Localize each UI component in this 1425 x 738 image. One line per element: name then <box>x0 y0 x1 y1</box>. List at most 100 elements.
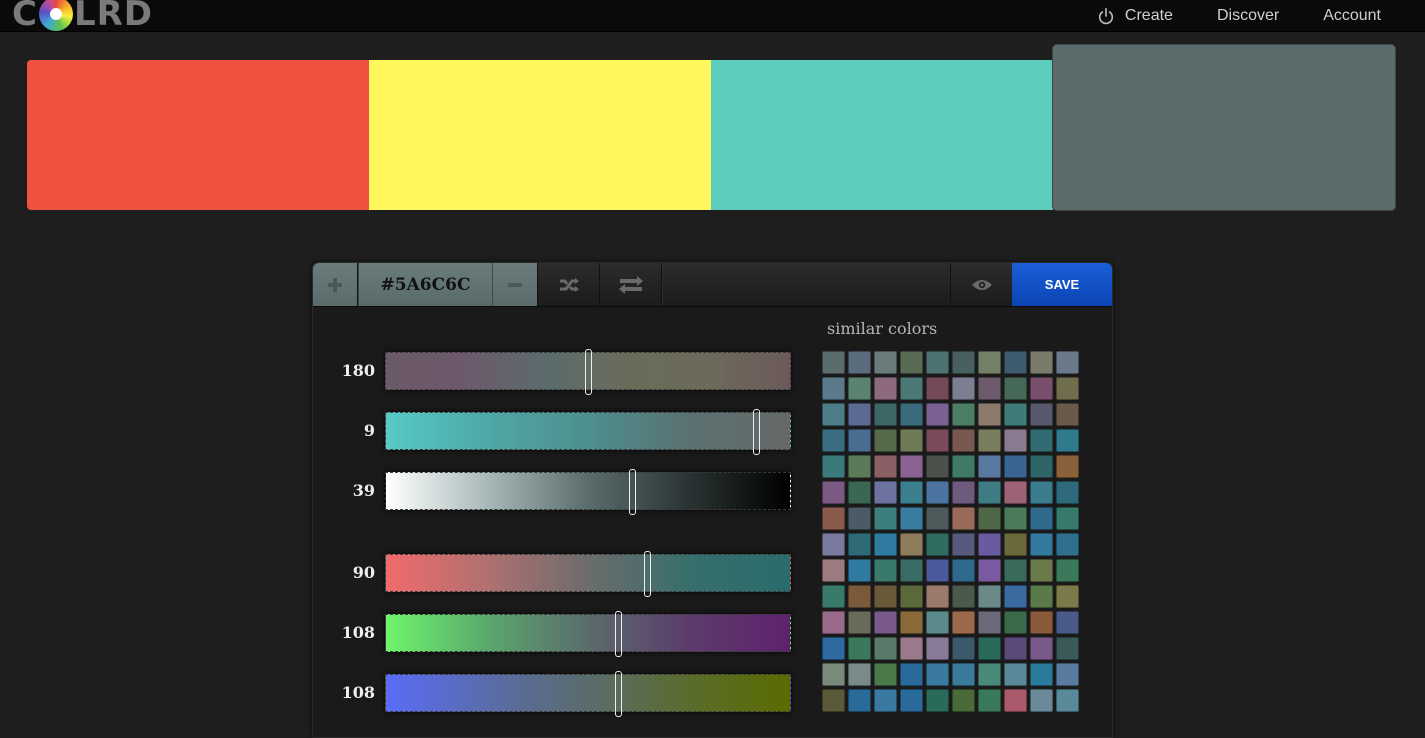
palette-swatch-3[interactable] <box>711 60 1053 210</box>
slider-value-5[interactable]: 108 <box>323 613 375 653</box>
similar-color-swatch[interactable] <box>978 377 1001 400</box>
slider-value-2[interactable]: 9 <box>323 411 375 451</box>
shuffle-button[interactable] <box>538 263 600 306</box>
similar-color-swatch[interactable] <box>874 637 897 660</box>
similar-color-swatch[interactable] <box>926 637 949 660</box>
similar-color-swatch[interactable] <box>1030 351 1053 374</box>
slider-value-6[interactable]: 108 <box>323 673 375 713</box>
similar-color-swatch[interactable] <box>900 455 923 478</box>
hex-value-display[interactable]: #5A6C6C <box>358 263 493 306</box>
similar-color-swatch[interactable] <box>926 663 949 686</box>
similar-color-swatch[interactable] <box>1004 403 1027 426</box>
similar-color-swatch[interactable] <box>848 455 871 478</box>
slider-track-2[interactable] <box>385 409 791 455</box>
slider-value-3[interactable]: 39 <box>323 471 375 511</box>
similar-color-swatch[interactable] <box>978 637 1001 660</box>
similar-color-swatch[interactable] <box>1004 351 1027 374</box>
similar-color-swatch[interactable] <box>978 403 1001 426</box>
similar-color-swatch[interactable] <box>1004 533 1027 556</box>
similar-color-swatch[interactable] <box>1056 455 1079 478</box>
similar-color-swatch[interactable] <box>848 585 871 608</box>
similar-color-swatch[interactable] <box>1004 585 1027 608</box>
similar-color-swatch[interactable] <box>952 663 975 686</box>
logo[interactable]: C LRD <box>12 0 153 34</box>
similar-color-swatch[interactable] <box>952 351 975 374</box>
similar-color-swatch[interactable] <box>822 559 845 582</box>
similar-color-swatch[interactable] <box>900 481 923 504</box>
similar-color-swatch[interactable] <box>848 507 871 530</box>
similar-color-swatch[interactable] <box>1056 585 1079 608</box>
similar-color-swatch[interactable] <box>1030 429 1053 452</box>
similar-color-swatch[interactable] <box>900 637 923 660</box>
similar-color-swatch[interactable] <box>978 507 1001 530</box>
similar-color-swatch[interactable] <box>1030 637 1053 660</box>
similar-color-swatch[interactable] <box>848 351 871 374</box>
similar-color-swatch[interactable] <box>822 351 845 374</box>
similar-color-swatch[interactable] <box>900 663 923 686</box>
similar-color-swatch[interactable] <box>1004 455 1027 478</box>
similar-color-swatch[interactable] <box>1030 403 1053 426</box>
similar-color-swatch[interactable] <box>848 377 871 400</box>
similar-color-swatch[interactable] <box>1030 533 1053 556</box>
similar-color-swatch[interactable] <box>952 559 975 582</box>
similar-color-swatch[interactable] <box>874 507 897 530</box>
similar-color-swatch[interactable] <box>900 611 923 634</box>
similar-color-swatch[interactable] <box>978 481 1001 504</box>
similar-color-swatch[interactable] <box>1030 689 1053 712</box>
similar-color-swatch[interactable] <box>978 429 1001 452</box>
remove-color-button[interactable] <box>493 263 538 306</box>
similar-color-swatch[interactable] <box>926 533 949 556</box>
similar-color-swatch[interactable] <box>978 611 1001 634</box>
similar-color-swatch[interactable] <box>874 611 897 634</box>
palette-swatch-4[interactable] <box>1053 45 1395 210</box>
similar-color-swatch[interactable] <box>848 611 871 634</box>
slider-track-1[interactable] <box>385 349 791 395</box>
similar-color-swatch[interactable] <box>848 429 871 452</box>
similar-color-swatch[interactable] <box>1056 533 1079 556</box>
similar-color-swatch[interactable] <box>874 377 897 400</box>
similar-color-swatch[interactable] <box>1004 663 1027 686</box>
similar-color-swatch[interactable] <box>1056 403 1079 426</box>
similar-color-swatch[interactable] <box>978 455 1001 478</box>
similar-color-swatch[interactable] <box>1030 455 1053 478</box>
similar-color-swatch[interactable] <box>1030 377 1053 400</box>
similar-color-swatch[interactable] <box>822 533 845 556</box>
similar-color-swatch[interactable] <box>926 429 949 452</box>
similar-color-swatch[interactable] <box>926 377 949 400</box>
similar-color-swatch[interactable] <box>1004 611 1027 634</box>
similar-color-swatch[interactable] <box>874 533 897 556</box>
similar-color-swatch[interactable] <box>822 429 845 452</box>
similar-color-swatch[interactable] <box>1030 481 1053 504</box>
similar-color-swatch[interactable] <box>926 351 949 374</box>
preview-button[interactable] <box>950 263 1012 306</box>
similar-color-swatch[interactable] <box>900 403 923 426</box>
save-button[interactable]: SAVE <box>1012 263 1112 306</box>
similar-color-swatch[interactable] <box>822 611 845 634</box>
slider-handle-6[interactable] <box>615 671 623 717</box>
similar-color-swatch[interactable] <box>978 559 1001 582</box>
similar-color-swatch[interactable] <box>848 637 871 660</box>
similar-color-swatch[interactable] <box>926 559 949 582</box>
similar-color-swatch[interactable] <box>874 689 897 712</box>
similar-color-swatch[interactable] <box>926 507 949 530</box>
similar-color-swatch[interactable] <box>1056 611 1079 634</box>
similar-color-swatch[interactable] <box>822 585 845 608</box>
similar-color-swatch[interactable] <box>874 481 897 504</box>
similar-color-swatch[interactable] <box>1056 351 1079 374</box>
similar-color-swatch[interactable] <box>874 455 897 478</box>
nav-create[interactable]: Create <box>1097 7 1173 25</box>
similar-color-swatch[interactable] <box>926 481 949 504</box>
similar-color-swatch[interactable] <box>1056 377 1079 400</box>
slider-track-4[interactable] <box>385 551 791 597</box>
similar-color-swatch[interactable] <box>978 689 1001 712</box>
similar-color-swatch[interactable] <box>822 455 845 478</box>
similar-color-swatch[interactable] <box>848 403 871 426</box>
similar-color-swatch[interactable] <box>848 689 871 712</box>
slider-handle-1[interactable] <box>585 349 592 395</box>
slider-track-5[interactable] <box>385 611 791 657</box>
nav-discover[interactable]: Discover <box>1217 7 1279 25</box>
similar-color-swatch[interactable] <box>926 585 949 608</box>
similar-color-swatch[interactable] <box>1056 429 1079 452</box>
palette-swatch-1[interactable] <box>27 60 369 210</box>
add-color-button[interactable] <box>313 263 358 306</box>
